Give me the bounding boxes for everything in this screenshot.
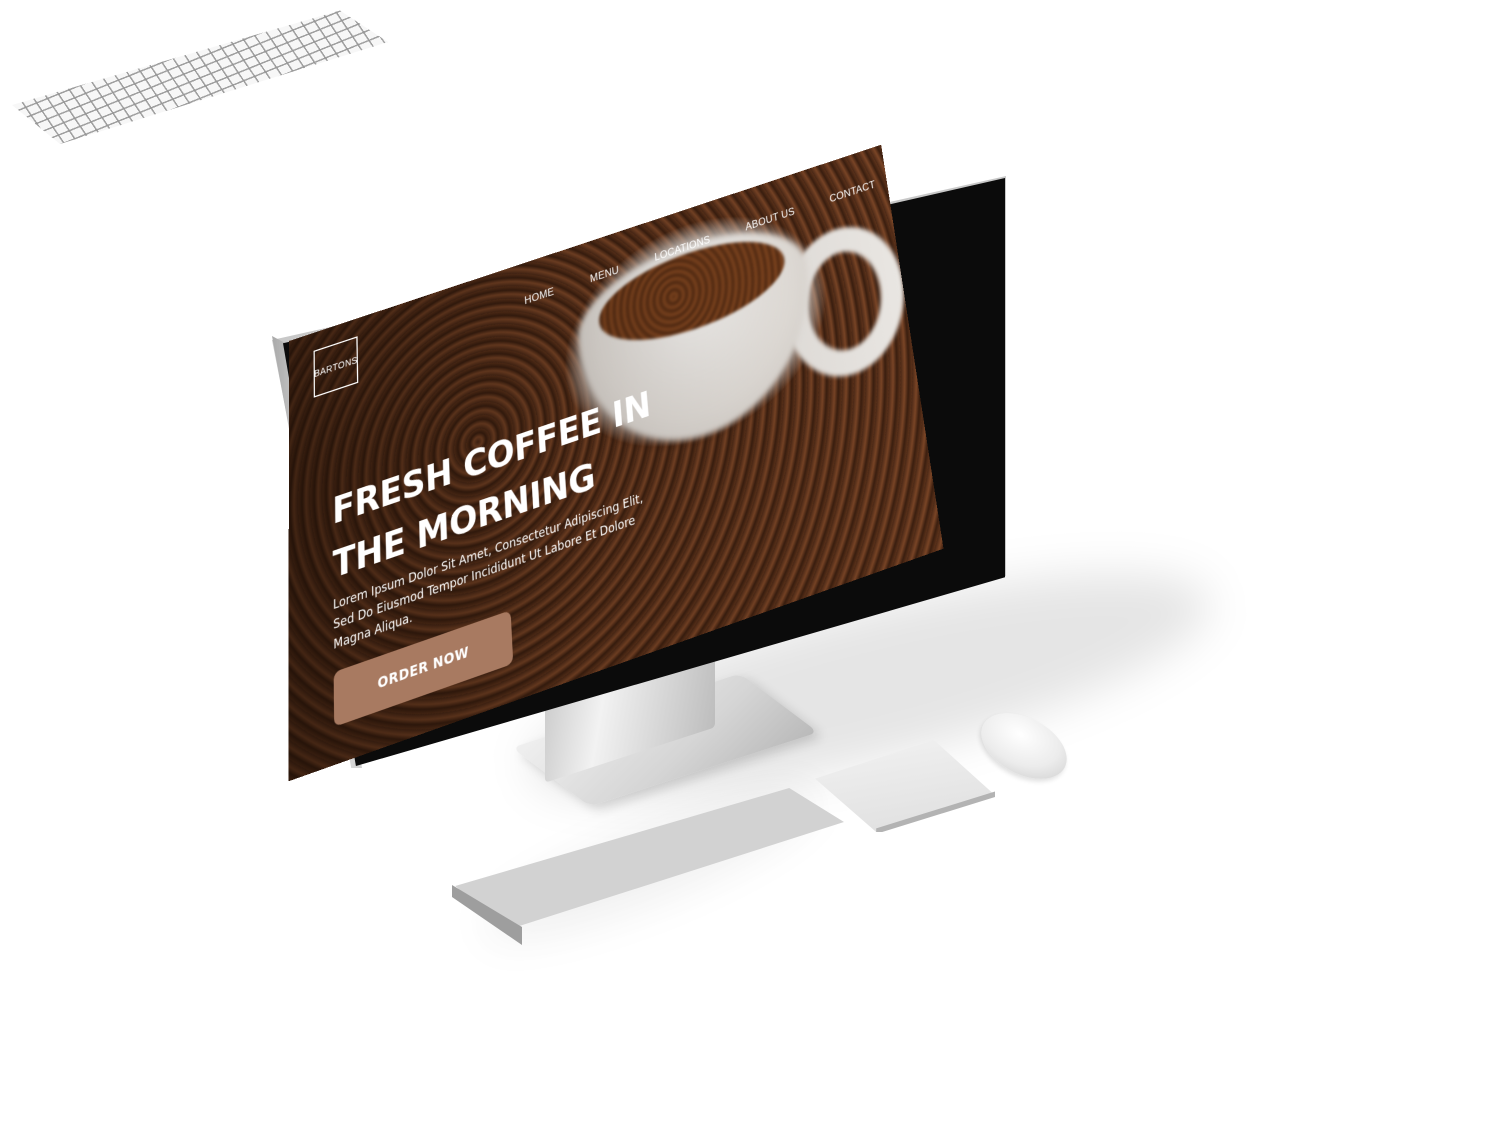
nav-about-us[interactable]: ABOUT US — [745, 206, 796, 233]
keyboard — [455, 787, 844, 930]
keyboard-keys — [12, 10, 388, 144]
desktop-mockup-scene: BARTONS HOME MENU LOCATIONS ABOUT US CON… — [0, 0, 1500, 1125]
brand-name: BARTONS — [314, 354, 358, 380]
nav-home[interactable]: HOME — [524, 286, 554, 307]
nav-contact[interactable]: CONTACT — [829, 179, 876, 205]
brand-logo[interactable]: BARTONS — [313, 336, 359, 398]
